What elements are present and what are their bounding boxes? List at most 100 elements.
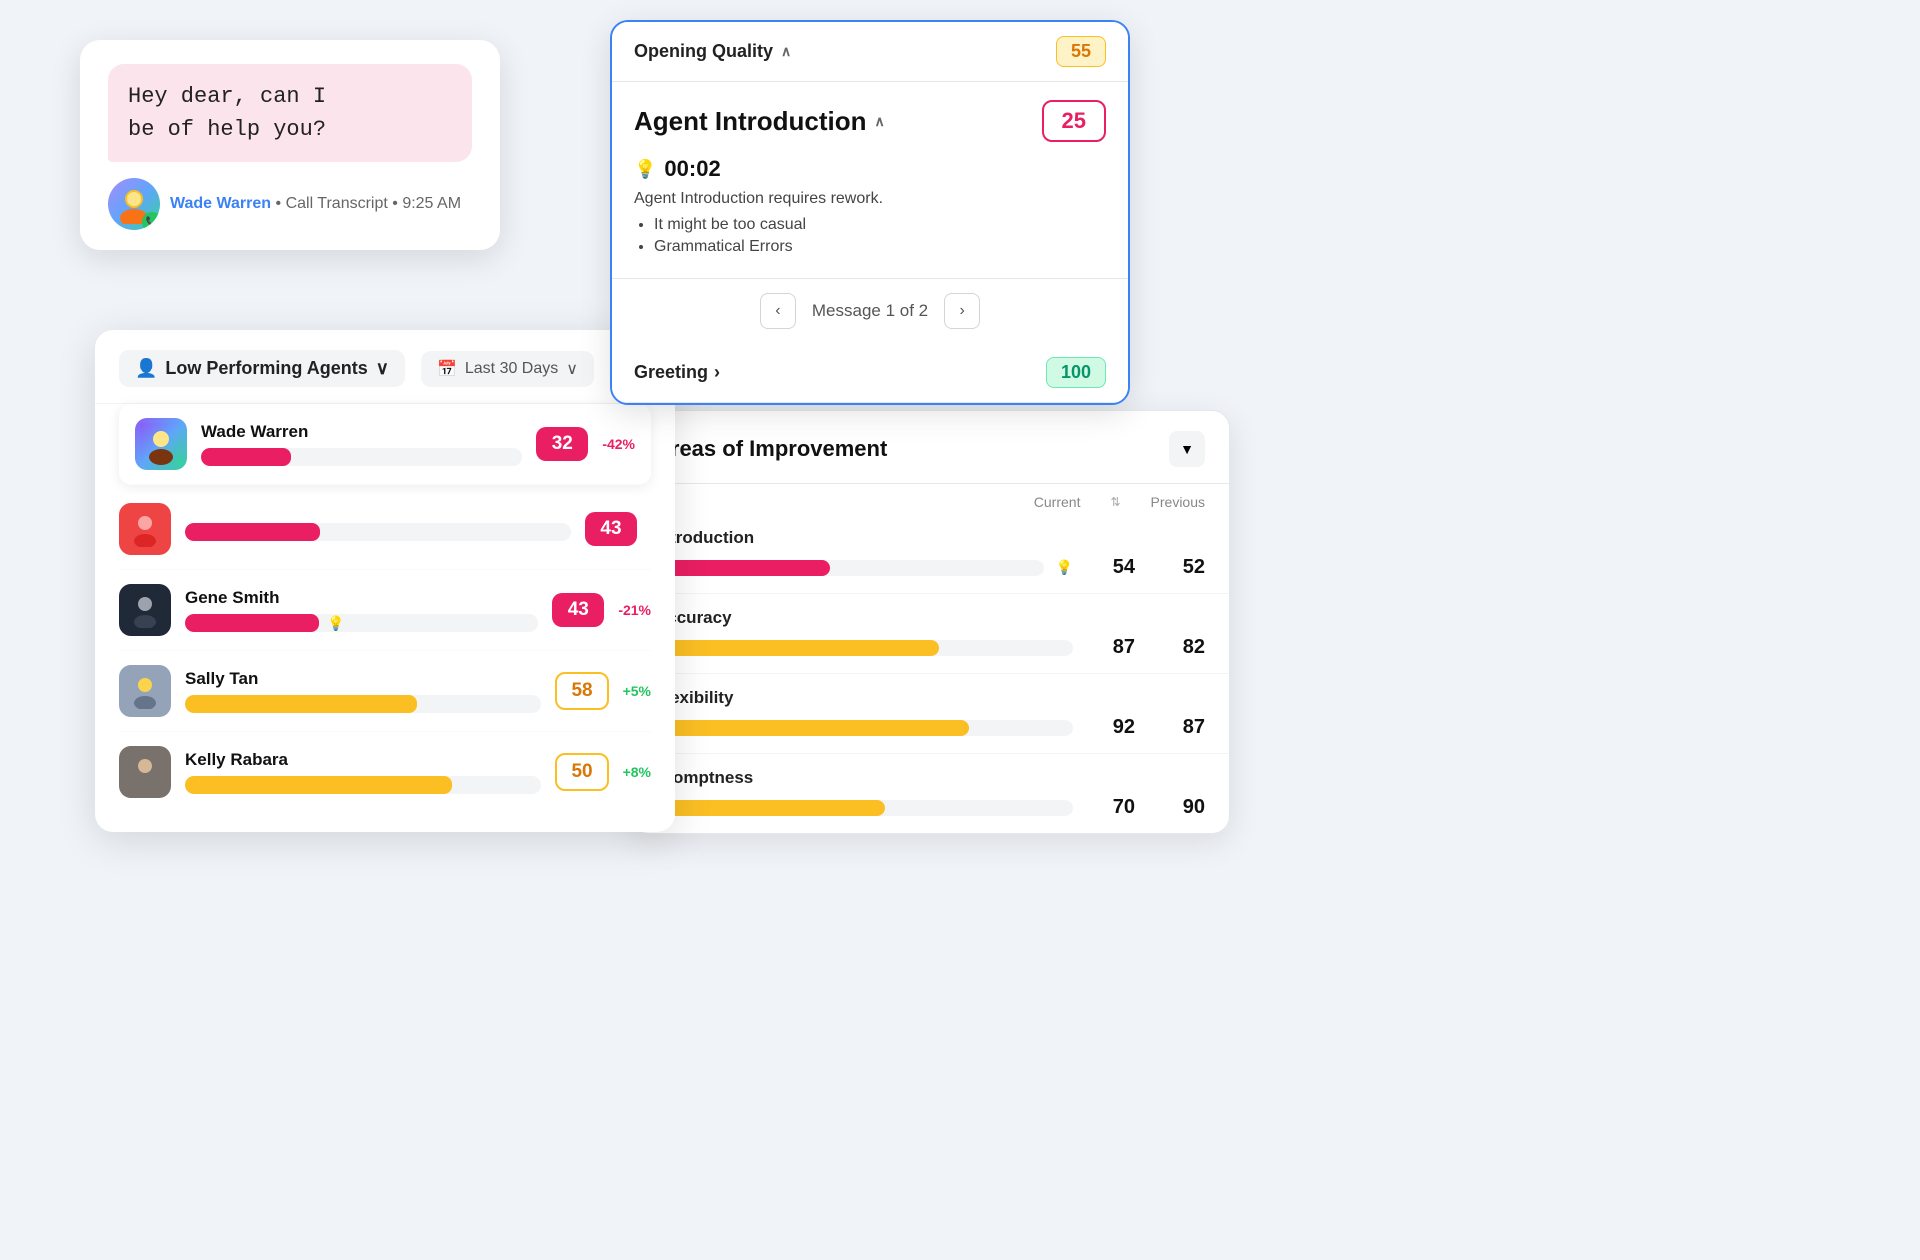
score-box: 43 xyxy=(552,593,604,627)
metric-label: Flexibility xyxy=(655,688,1205,708)
table-row[interactable]: Wade Warren 32 -42% xyxy=(119,404,651,485)
greeting-label: Greeting › xyxy=(634,362,720,383)
current-value: 87 xyxy=(1095,636,1135,659)
agent-info: Kelly Rabara xyxy=(185,750,541,794)
list-item: Promptness 70 90 xyxy=(631,754,1229,833)
avatar xyxy=(119,665,171,717)
greeting-chevron-icon: › xyxy=(714,362,720,383)
greeting-score-badge: 100 xyxy=(1046,357,1106,388)
agent-name-text: Kelly Rabara xyxy=(185,750,541,770)
change-badge: -42% xyxy=(602,436,635,452)
change-badge: +5% xyxy=(623,683,651,699)
low-perf-title: Low Performing Agents xyxy=(165,358,367,379)
low-perf-filter-button[interactable]: 👤 Low Performing Agents ∨ xyxy=(119,350,405,387)
chat-bubble: Hey dear, can I be of help you? xyxy=(108,64,472,162)
agent-info xyxy=(185,517,571,541)
progress-bar xyxy=(201,448,522,466)
avatar xyxy=(135,418,187,470)
date-filter-label: Last 30 Days xyxy=(465,360,558,378)
areas-title: Areas of Improvement xyxy=(655,436,887,462)
metric-bar-row: 87 82 xyxy=(655,636,1205,659)
timestamp-text: 00:02 xyxy=(664,156,720,182)
change-badge: -21% xyxy=(618,602,651,618)
calendar-icon: 📅 xyxy=(437,359,457,379)
chat-card: Hey dear, can I be of help you? 📞 Wade W… xyxy=(80,40,500,250)
agent-info: Sally Tan xyxy=(185,669,541,713)
timestamp-row: 💡 00:02 xyxy=(634,156,1106,182)
agent-info: Wade Warren xyxy=(201,422,522,466)
chat-meta: Wade Warren • Call Transcript • 9:25 AM xyxy=(170,195,461,213)
change-badge: +8% xyxy=(623,764,651,780)
agent-intro-body: 💡 00:02 Agent Introduction requires rewo… xyxy=(612,152,1128,278)
list-item: Accuracy 87 82 xyxy=(631,594,1229,674)
list-item: Introduction 💡 54 52 xyxy=(631,514,1229,594)
agent-name[interactable]: Wade Warren xyxy=(170,195,271,212)
agent2-avatar xyxy=(119,503,171,555)
table-row[interactable]: Sally Tan 58 +5% xyxy=(119,651,651,732)
table-row[interactable]: 43 xyxy=(119,489,651,570)
sort-icon[interactable]: ⇅ xyxy=(1110,495,1120,509)
opening-quality-chevron-icon[interactable]: ∧ xyxy=(781,43,791,60)
agent-intro-score-badge: 25 xyxy=(1042,100,1106,142)
wade-avatar-img xyxy=(135,418,187,470)
chat-time: 9:25 AM xyxy=(402,195,461,212)
table-row[interactable]: Gene Smith 💡 43 -21% xyxy=(119,570,651,651)
message-of-label: Message 1 of 2 xyxy=(812,301,928,321)
previous-col-header: Previous xyxy=(1151,494,1205,510)
agent-intro-chevron-icon[interactable]: ∧ xyxy=(875,113,885,130)
progress-bar: 💡 xyxy=(185,614,538,632)
score-box: 32 xyxy=(536,427,588,461)
bubble-line2: be of help you? xyxy=(128,117,326,142)
avatar xyxy=(119,584,171,636)
progress-bar-fill xyxy=(185,523,320,541)
prev-message-button[interactable]: ‹ xyxy=(760,293,796,329)
metric-values: 70 90 xyxy=(1085,796,1205,819)
score-box: 50 xyxy=(555,753,608,791)
previous-value: 52 xyxy=(1165,556,1205,579)
agent-name-text: Wade Warren xyxy=(201,422,522,442)
metric-bar xyxy=(655,720,1073,736)
sally-avatar xyxy=(119,665,171,717)
metric-bar-fill xyxy=(655,640,939,656)
chat-bubble-text: Hey dear, can I be of help you? xyxy=(128,80,452,146)
list-item: Flexibility 92 87 xyxy=(631,674,1229,754)
bulb-icon: 💡 xyxy=(634,159,656,180)
bubble-line1: Hey dear, can I xyxy=(128,84,326,109)
call-transcript-label: Call Transcript xyxy=(286,195,388,212)
areas-of-improvement-card: Areas of Improvement ▼ Current ⇅ Previou… xyxy=(630,410,1230,834)
opening-quality-score-badge: 55 xyxy=(1056,36,1106,67)
agent-intro-header: Agent Introduction ∧ 25 xyxy=(612,82,1128,152)
progress-bar xyxy=(185,776,541,794)
gene-avatar xyxy=(119,584,171,636)
table-row[interactable]: Kelly Rabara 50 +8% xyxy=(119,732,651,812)
kelly-avatar xyxy=(119,746,171,798)
metric-bar xyxy=(655,800,1073,816)
metric-bar-fill xyxy=(655,800,885,816)
current-col-header: Current xyxy=(1034,494,1081,510)
agent-intro-card: Opening Quality ∧ 55 Agent Introduction … xyxy=(610,20,1130,405)
metric-bar xyxy=(655,640,1073,656)
agent-name-text: Sally Tan xyxy=(185,669,541,689)
date-filter-button[interactable]: 📅 Last 30 Days ∨ xyxy=(421,351,594,387)
metric-bar xyxy=(655,560,1044,576)
next-message-button[interactable]: › xyxy=(944,293,980,329)
metric-values: 92 87 xyxy=(1085,716,1205,739)
message-nav: ‹ Message 1 of 2 › xyxy=(612,278,1128,343)
low-perf-chevron-icon: ∨ xyxy=(376,358,389,379)
metric-bar-row: 💡 54 52 xyxy=(655,556,1205,579)
bullet-item-1: It might be too casual xyxy=(654,216,1106,234)
score-box: 43 xyxy=(585,512,637,546)
agent-intro-title: Agent Introduction ∧ xyxy=(634,106,885,137)
agent-list: Wade Warren 32 -42% xyxy=(95,404,675,832)
avatar: 📞 xyxy=(108,178,160,230)
areas-col-headers: Current ⇅ Previous xyxy=(631,484,1229,514)
opening-quality-label: Opening Quality ∧ xyxy=(634,41,791,62)
previous-value: 90 xyxy=(1165,796,1205,819)
metric-bar-row: 92 87 xyxy=(655,716,1205,739)
greeting-row[interactable]: Greeting › 100 xyxy=(612,343,1128,403)
filter-button[interactable]: ▼ xyxy=(1169,431,1205,467)
progress-bar-fill xyxy=(185,776,452,794)
metric-label: Promptness xyxy=(655,768,1205,788)
avatar xyxy=(119,746,171,798)
call-icon-badge: 📞 xyxy=(142,212,160,230)
